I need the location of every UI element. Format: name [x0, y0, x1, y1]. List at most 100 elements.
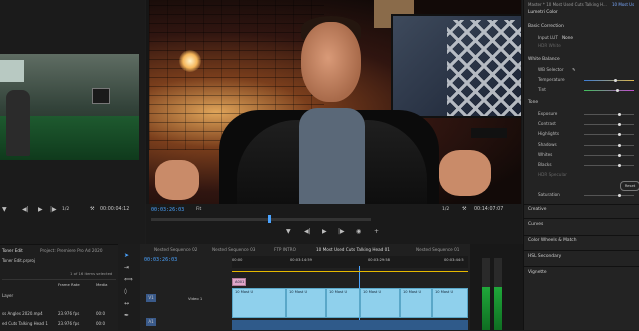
program-controls: 00:03:26:03 Fit 1/2 ⚒ 00:14:07:07 ▼ ◀| ▶…	[146, 204, 522, 244]
project-panel: Toner Edit Project: Premiere Pro Ad 2020…	[0, 244, 118, 331]
saturation-slider[interactable]	[618, 193, 621, 197]
selection-tool-icon[interactable]: ➤	[124, 252, 129, 259]
clip-label: 10 Most U	[363, 290, 382, 294]
ruler-tick: 00:03:29:58	[368, 258, 390, 262]
pen-icon[interactable]: ✒	[124, 312, 129, 319]
col-framerate[interactable]: Frame Rate	[58, 282, 80, 287]
step-back-icon[interactable]: ◀|	[22, 206, 29, 213]
col-media[interactable]: Media	[96, 282, 107, 287]
input-lut-select[interactable]: None	[562, 34, 573, 42]
timeline-tab-active[interactable]: 10 Most Used Cuts Talking Head 01	[316, 246, 390, 254]
color-wheels-section[interactable]: Color Wheels & Match	[528, 238, 577, 243]
program-video-frame	[149, 0, 521, 204]
input-lut-row: Input LUT None	[524, 34, 639, 42]
audio-clip[interactable]	[232, 320, 468, 330]
playhead[interactable]	[268, 215, 271, 223]
program-scrubber[interactable]	[151, 218, 371, 221]
source-monitor: ▼ ◀| ▶ |▶ 1/2 ⚒ 00:00:04:12	[0, 0, 145, 244]
tint-row: Tint	[524, 86, 639, 94]
step-forward-icon[interactable]: |▶	[338, 228, 345, 235]
blacks-slider[interactable]	[618, 163, 621, 167]
program-page-indicator: 1/2	[442, 207, 450, 212]
track-a1-target[interactable]: A1	[146, 318, 156, 326]
timeline-tab[interactable]: Nested Sequence 02	[154, 246, 197, 254]
timeline-tab[interactable]: FTP INTRO	[274, 246, 296, 254]
basic-correction-section[interactable]: Basic Correction	[528, 24, 564, 29]
audio-meters	[470, 244, 523, 330]
track-video1-label: Video 1	[188, 296, 203, 301]
temperature-row: Temperature	[524, 76, 639, 84]
list-item-name[interactable]: ed Cuts Talking Head 1	[2, 321, 48, 326]
razor-icon[interactable]: ◊	[124, 288, 127, 295]
tools-panel: ➤ ⇥ ⟺ ◊ ↔ ✒	[118, 244, 140, 330]
lumetri-clip-tab[interactable]: 10 Most Us	[612, 2, 634, 7]
hdr-white-label: HDR White	[538, 43, 561, 48]
tab-project[interactable]: Project: Premiere Pro Ad 2020	[40, 247, 103, 255]
folder-item[interactable]: Layer	[2, 293, 13, 298]
clip-label: A001	[235, 280, 245, 284]
adjustment-clip[interactable]: A001	[232, 278, 246, 286]
tint-slider[interactable]	[616, 88, 619, 92]
time-ruler[interactable]	[232, 256, 468, 268]
mark-in-icon[interactable]: ▼	[286, 228, 291, 235]
fit-dropdown[interactable]: Fit	[196, 207, 201, 212]
mark-in-icon[interactable]: ▼	[2, 206, 7, 213]
list-item-fps: 23.976 fps	[58, 311, 80, 316]
temperature-slider[interactable]	[614, 78, 617, 82]
export-frame-icon[interactable]: ◉	[356, 228, 361, 235]
tone-section[interactable]: Tone	[528, 100, 538, 105]
shadows-slider[interactable]	[618, 143, 621, 147]
reset-button[interactable]: Reset	[620, 181, 639, 191]
track-v1-target[interactable]: V1	[146, 294, 156, 302]
ruler-tick: 00:00	[232, 258, 243, 262]
wb-selector-row: WB Selector ✎	[524, 66, 639, 74]
step-forward-icon[interactable]: |▶	[50, 206, 57, 213]
add-icon[interactable]: +	[374, 228, 379, 235]
clip-label: 10 Most U	[435, 290, 454, 294]
video-clip[interactable]: 10 Most U	[432, 288, 468, 318]
slip-icon[interactable]: ↔	[124, 300, 129, 307]
whites-label: Whites	[538, 152, 553, 157]
timeline-tab[interactable]: Nested Sequence 03	[212, 246, 255, 254]
play-icon[interactable]: ▶	[38, 206, 43, 213]
video-clip[interactable]: 10 Most U	[400, 288, 432, 318]
list-item-media: 00:0	[96, 311, 105, 316]
vignette-section[interactable]: Vignette	[528, 270, 547, 275]
source-video-frame	[0, 54, 139, 160]
hsl-secondary-section[interactable]: HSL Secondary	[528, 254, 561, 259]
wrench-icon[interactable]: ⚒	[90, 206, 94, 212]
contrast-slider[interactable]	[618, 122, 621, 126]
highlights-slider[interactable]	[618, 132, 621, 136]
list-item-name[interactable]: ss Angles 2020.mp4	[2, 311, 43, 316]
clip-label: 10 Most U	[235, 290, 254, 294]
wrench-icon[interactable]: ⚒	[462, 206, 466, 212]
timeline-tab[interactable]: Nested Sequence 01	[416, 246, 459, 254]
meter-right	[494, 258, 502, 330]
lumetri-master-title: Master * 10 Most Used Cuts Talking H...	[528, 2, 607, 7]
step-back-icon[interactable]: ◀|	[304, 228, 311, 235]
whites-slider[interactable]	[618, 153, 621, 157]
creative-section[interactable]: Creative	[528, 207, 546, 212]
input-lut-label: Input LUT	[538, 35, 558, 40]
white-balance-section[interactable]: White Balance	[528, 57, 560, 62]
play-icon[interactable]: ▶	[322, 228, 327, 235]
track-select-icon[interactable]: ⇥	[124, 264, 129, 271]
blacks-row: Blacks	[524, 161, 639, 169]
exposure-slider[interactable]	[618, 112, 621, 116]
video-clip[interactable]: 10 Most U	[286, 288, 326, 318]
work-area-bar[interactable]	[232, 271, 468, 272]
saturation-row: Saturation	[524, 191, 639, 199]
list-item-media: 00:0	[96, 321, 105, 326]
video-clip[interactable]: 10 Most U	[232, 288, 286, 318]
curves-section[interactable]: Curves	[528, 222, 543, 227]
program-duration: 00:14:07:07	[474, 207, 504, 212]
highlights-label: Highlights	[538, 131, 560, 136]
video-clip[interactable]: 10 Most U	[326, 288, 360, 318]
eyedropper-icon[interactable]: ✎	[572, 66, 576, 74]
ripple-edit-icon[interactable]: ⟺	[124, 276, 133, 283]
video-clip[interactable]: 10 Most U	[360, 288, 400, 318]
whites-row: Whites	[524, 151, 639, 159]
tab-toner-edit[interactable]: Toner Edit	[2, 247, 23, 255]
contrast-row: Contrast	[524, 120, 639, 128]
lumetri-header: Lumetri Color	[528, 10, 558, 15]
